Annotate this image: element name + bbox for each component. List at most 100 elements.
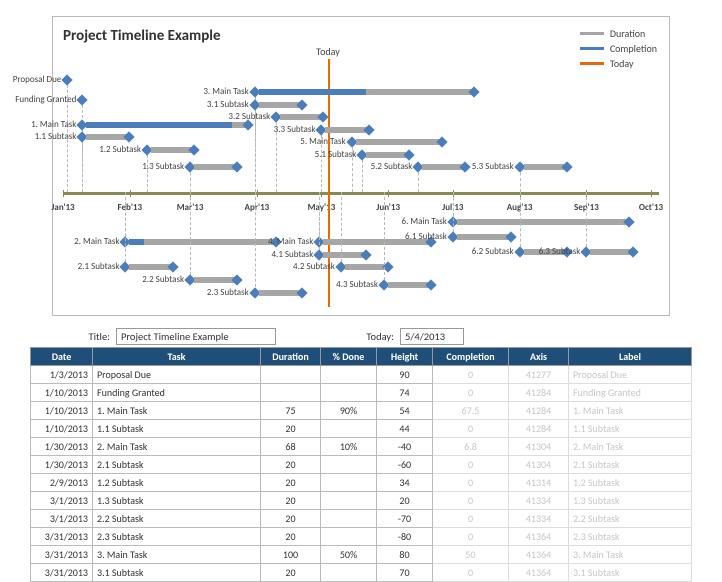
table-cell[interactable]: 34 <box>377 474 433 492</box>
table-cell[interactable]: -60 <box>377 456 433 474</box>
table-cell[interactable]: 1/30/2013 <box>31 438 93 456</box>
table-row[interactable]: 1/30/20132.1 Subtask20-600413042.1 Subta… <box>31 456 692 474</box>
table-cell[interactable]: 0 <box>433 564 509 582</box>
table-cell[interactable]: 3. Main Task <box>93 546 261 564</box>
table-cell[interactable]: 44 <box>377 420 433 438</box>
table-cell[interactable]: 0 <box>433 528 509 546</box>
table-cell[interactable]: -40 <box>377 438 433 456</box>
table-cell[interactable]: 90% <box>321 402 377 420</box>
table-cell[interactable]: 41364 <box>509 546 569 564</box>
table-cell[interactable]: 41334 <box>509 510 569 528</box>
table-row[interactable]: 3/31/20132.3 Subtask20-800413642.3 Subta… <box>31 528 692 546</box>
table-row[interactable]: 1/3/2013Proposal Due90041277Proposal Due <box>31 366 692 384</box>
table-cell[interactable]: 1.2 Subtask <box>93 474 261 492</box>
table-cell[interactable]: 41364 <box>509 564 569 582</box>
table-cell[interactable]: 2.3 Subtask <box>569 528 692 546</box>
table-cell[interactable] <box>321 510 377 528</box>
table-cell[interactable]: Funding Granted <box>93 384 261 402</box>
table-row[interactable]: 3/31/20133.1 Subtask20700413643.1 Subtas… <box>31 564 692 582</box>
table-cell[interactable]: 3.1 Subtask <box>569 564 692 582</box>
table-cell[interactable]: 3/1/2013 <box>31 510 93 528</box>
table-cell[interactable]: 3/31/2013 <box>31 546 93 564</box>
table-row[interactable]: 3/1/20132.2 Subtask20-700413342.2 Subtas… <box>31 510 692 528</box>
table-cell[interactable]: 41364 <box>509 528 569 546</box>
table-cell[interactable]: 50% <box>321 546 377 564</box>
table-cell[interactable]: 1.1 Subtask <box>569 420 692 438</box>
table-cell[interactable]: 10% <box>321 438 377 456</box>
table-cell[interactable]: 41334 <box>509 492 569 510</box>
table-cell[interactable] <box>321 528 377 546</box>
table-cell[interactable]: 2.2 Subtask <box>569 510 692 528</box>
table-cell[interactable]: 3/31/2013 <box>31 564 93 582</box>
table-cell[interactable]: 41314 <box>509 474 569 492</box>
table-cell[interactable]: 74 <box>377 384 433 402</box>
table-cell[interactable]: 2/9/2013 <box>31 474 93 492</box>
title-value-cell[interactable]: Project Timeline Example <box>116 328 276 345</box>
table-cell[interactable]: Funding Granted <box>569 384 692 402</box>
table-cell[interactable]: 0 <box>433 510 509 528</box>
table-cell[interactable]: 6.8 <box>433 438 509 456</box>
table-cell[interactable]: 75 <box>261 402 321 420</box>
table-cell[interactable]: 1/10/2013 <box>31 384 93 402</box>
table-cell[interactable]: 3/31/2013 <box>31 528 93 546</box>
today-value-cell[interactable]: 5/4/2013 <box>400 328 464 345</box>
table-cell[interactable]: -70 <box>377 510 433 528</box>
table-cell[interactable]: Proposal Due <box>569 366 692 384</box>
table-cell[interactable]: 41284 <box>509 402 569 420</box>
table-row[interactable]: 1/10/20131.1 Subtask20440412841.1 Subtas… <box>31 420 692 438</box>
table-cell[interactable]: 20 <box>261 474 321 492</box>
table-cell[interactable]: 1. Main Task <box>569 402 692 420</box>
table-cell[interactable] <box>261 366 321 384</box>
table-cell[interactable]: 1. Main Task <box>93 402 261 420</box>
table-cell[interactable]: 2.2 Subtask <box>93 510 261 528</box>
table-row[interactable]: 1/10/20131. Main Task7590%5467.5412841. … <box>31 402 692 420</box>
table-cell[interactable]: 41284 <box>509 384 569 402</box>
table-row[interactable]: 3/1/20131.3 Subtask20200413341.3 Subtask <box>31 492 692 510</box>
table-cell[interactable] <box>261 384 321 402</box>
table-cell[interactable]: 20 <box>261 510 321 528</box>
table-cell[interactable] <box>321 492 377 510</box>
table-cell[interactable]: 1.3 Subtask <box>569 492 692 510</box>
table-cell[interactable]: 0 <box>433 492 509 510</box>
table-cell[interactable]: 80 <box>377 546 433 564</box>
table-cell[interactable]: 2. Main Task <box>569 438 692 456</box>
table-cell[interactable]: 1/3/2013 <box>31 366 93 384</box>
table-cell[interactable]: 41277 <box>509 366 569 384</box>
table-cell[interactable]: 0 <box>433 384 509 402</box>
table-row[interactable]: 3/31/20133. Main Task10050%8050413643. M… <box>31 546 692 564</box>
table-cell[interactable]: 0 <box>433 456 509 474</box>
table-cell[interactable]: 0 <box>433 366 509 384</box>
table-cell[interactable]: 2.1 Subtask <box>569 456 692 474</box>
table-row[interactable]: 1/10/2013Funding Granted74041284Funding … <box>31 384 692 402</box>
table-cell[interactable]: 0 <box>433 420 509 438</box>
table-cell[interactable] <box>321 474 377 492</box>
table-cell[interactable]: 41304 <box>509 456 569 474</box>
table-cell[interactable]: 67.5 <box>433 402 509 420</box>
table-cell[interactable] <box>321 366 377 384</box>
table-cell[interactable]: 20 <box>377 492 433 510</box>
table-cell[interactable]: Proposal Due <box>93 366 261 384</box>
table-cell[interactable]: 20 <box>261 564 321 582</box>
table-cell[interactable]: 50 <box>433 546 509 564</box>
table-cell[interactable]: 68 <box>261 438 321 456</box>
table-cell[interactable]: 1/10/2013 <box>31 402 93 420</box>
table-cell[interactable]: 100 <box>261 546 321 564</box>
table-cell[interactable]: 1.1 Subtask <box>93 420 261 438</box>
table-cell[interactable]: 20 <box>261 528 321 546</box>
table-cell[interactable]: 20 <box>261 456 321 474</box>
table-cell[interactable]: 2. Main Task <box>93 438 261 456</box>
table-cell[interactable]: 20 <box>261 420 321 438</box>
table-row[interactable]: 1/30/20132. Main Task6810%-406.8413042. … <box>31 438 692 456</box>
table-cell[interactable] <box>321 384 377 402</box>
table-cell[interactable]: 41304 <box>509 438 569 456</box>
table-cell[interactable] <box>321 420 377 438</box>
table-cell[interactable]: -80 <box>377 528 433 546</box>
table-cell[interactable]: 2.3 Subtask <box>93 528 261 546</box>
table-cell[interactable] <box>321 456 377 474</box>
table-cell[interactable]: 41284 <box>509 420 569 438</box>
table-cell[interactable]: 3.1 Subtask <box>93 564 261 582</box>
table-cell[interactable]: 3/1/2013 <box>31 492 93 510</box>
table-cell[interactable]: 70 <box>377 564 433 582</box>
table-cell[interactable]: 1.2 Subtask <box>569 474 692 492</box>
table-cell[interactable]: 2.1 Subtask <box>93 456 261 474</box>
